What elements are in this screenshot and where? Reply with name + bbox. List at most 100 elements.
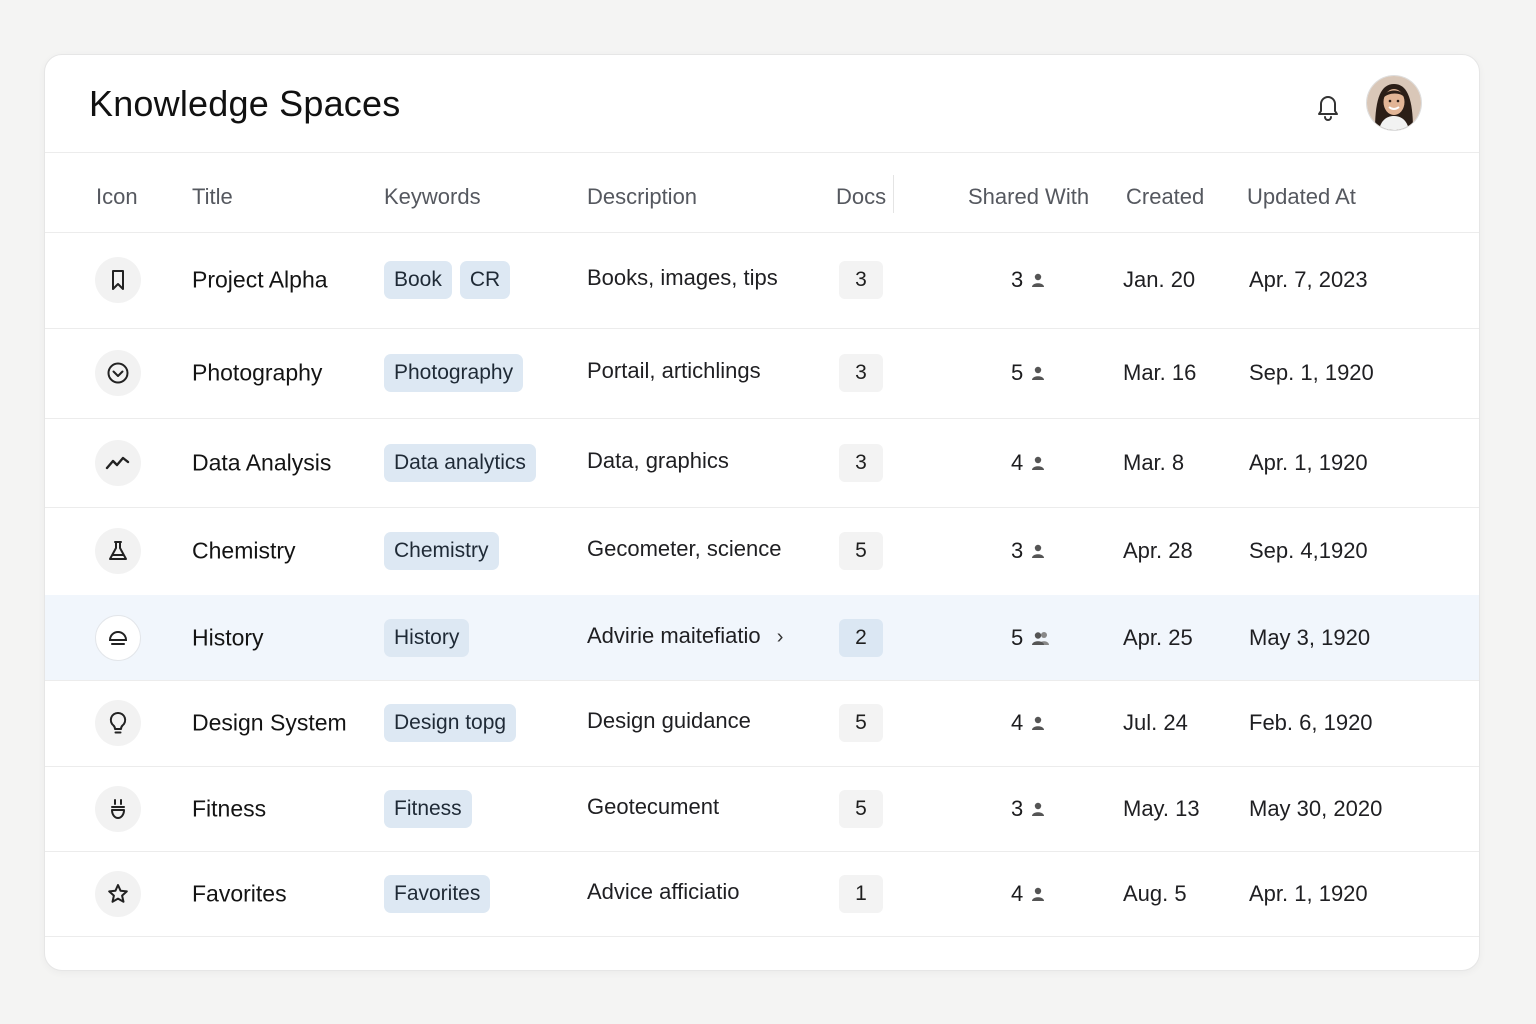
updated-date: Apr. 1, 1920 <box>1249 880 1368 906</box>
table-row[interactable]: Favorites Favorites Advice afficiatio 1 … <box>45 851 1479 937</box>
row-description: Design guidance <box>587 708 751 733</box>
bell-icon[interactable] <box>1311 89 1345 123</box>
row-description: Advirie maitefiatio › <box>587 623 783 649</box>
user-icon <box>1031 715 1045 731</box>
row-title[interactable]: Data Analysis <box>192 449 331 476</box>
table-row[interactable]: Chemistry Chemistry Gecometer, science 5… <box>45 507 1479 596</box>
shared-with[interactable]: 5 <box>1011 360 1045 386</box>
table-row[interactable]: Data Analysis Data analytics Data, graph… <box>45 418 1479 508</box>
created-date: Mar. 16 <box>1123 360 1197 385</box>
user-icon <box>1031 543 1045 559</box>
chevron-right-icon[interactable]: › <box>777 626 784 649</box>
docs-count: 3 <box>839 443 883 482</box>
table-row[interactable]: Photography Photography Portail, artichl… <box>45 328 1479 419</box>
updated-date: Sep. 4,1920 <box>1249 538 1368 563</box>
shared-count: 4 <box>1011 449 1024 475</box>
created-date: Apr. 25 <box>1123 624 1193 650</box>
shared-with[interactable]: 3 <box>1011 796 1045 822</box>
docs-count: 2 <box>839 618 883 657</box>
created-date: Aug. 5 <box>1123 880 1187 906</box>
row-title[interactable]: Chemistry <box>192 538 296 565</box>
keyword-tag[interactable]: Design topg <box>384 704 517 742</box>
created-date: Jan. 20 <box>1123 267 1196 292</box>
updated-date: Apr. 1, 1920 <box>1249 449 1368 475</box>
user-icon <box>1031 801 1045 817</box>
docs-count: 5 <box>839 789 883 828</box>
shared-count: 3 <box>1011 267 1024 292</box>
column-header-keywords[interactable]: Keywords <box>384 184 481 210</box>
table-row-selected[interactable]: History History Advirie maitefiatio › 2 … <box>45 595 1479 681</box>
row-description: Gecometer, science <box>587 536 782 561</box>
column-header-docs[interactable]: Docs <box>836 184 886 210</box>
users-icon <box>1031 630 1051 646</box>
column-header-created[interactable]: Created <box>1126 184 1204 210</box>
star-icon <box>95 870 141 917</box>
column-header-description[interactable]: Description <box>587 184 697 210</box>
keyword-tag[interactable]: Data analytics <box>384 443 536 482</box>
keyword-tags: Chemistry <box>384 532 499 570</box>
page-header: Knowledge Spaces <box>45 55 1479 153</box>
user-icon <box>1031 365 1045 381</box>
table-header: Icon Title Keywords Description Docs Sha… <box>45 153 1479 233</box>
keyword-tag[interactable]: Favorites <box>384 874 491 913</box>
row-description: Books, images, tips <box>587 265 778 290</box>
table-row[interactable]: Fitness Fitness Geotecument 5 3 May. 13 … <box>45 766 1479 852</box>
page-title: Knowledge Spaces <box>89 83 401 124</box>
row-description: Advice afficiatio <box>587 878 740 904</box>
column-header-icon[interactable]: Icon <box>96 184 138 210</box>
keyword-tags: Book CR <box>384 261 511 299</box>
lightbulb-icon <box>95 700 141 746</box>
docs-count: 1 <box>839 874 883 913</box>
created-date: May. 13 <box>1123 795 1200 821</box>
row-title[interactable]: Design System <box>192 710 347 737</box>
keyword-tag[interactable]: Chemistry <box>384 532 499 570</box>
avatar[interactable] <box>1367 76 1421 130</box>
trend-line-icon <box>95 439 141 486</box>
docs-count: 3 <box>839 354 883 392</box>
row-description: Geotecument <box>587 793 720 819</box>
row-title[interactable]: Fitness <box>192 795 266 822</box>
docs-count: 5 <box>839 532 883 570</box>
shared-count: 3 <box>1011 795 1024 821</box>
keyword-tags: Photography <box>384 354 524 392</box>
knowledge-spaces-card: Knowledge Spaces Icon Title Keywords Des… <box>44 54 1480 971</box>
row-title[interactable]: Photography <box>192 360 322 387</box>
row-title[interactable]: History <box>192 624 264 651</box>
row-title[interactable]: Project Alpha <box>192 267 328 294</box>
keyword-tag[interactable]: Book <box>384 261 452 299</box>
table-row[interactable]: Project Alpha Book CR Books, images, tip… <box>45 232 1479 329</box>
shared-with[interactable]: 4 <box>1011 881 1045 907</box>
chevron-circle-icon <box>95 350 141 396</box>
updated-date: Feb. 6, 1920 <box>1249 710 1373 735</box>
row-description: Portail, artichlings <box>587 358 761 383</box>
shared-with[interactable]: 5 <box>1011 625 1051 651</box>
updated-date: May 3, 1920 <box>1249 624 1371 650</box>
dome-icon <box>95 614 141 661</box>
docs-count: 5 <box>839 704 883 742</box>
user-icon <box>1031 455 1045 471</box>
table-row[interactable]: Design System Design topg Design guidanc… <box>45 680 1479 767</box>
column-divider[interactable] <box>893 175 894 213</box>
keyword-tag[interactable]: Fitness <box>384 789 472 828</box>
flask-icon <box>95 528 141 574</box>
column-header-updated-at[interactable]: Updated At <box>1247 184 1356 210</box>
created-date: Jul. 24 <box>1123 710 1188 735</box>
shared-with[interactable]: 3 <box>1011 267 1045 293</box>
keyword-tags: Design topg <box>384 704 517 742</box>
column-header-title[interactable]: Title <box>192 184 233 210</box>
keyword-tag[interactable]: Photography <box>384 354 524 392</box>
shared-count: 4 <box>1011 880 1024 906</box>
updated-date: Apr. 7, 2023 <box>1249 267 1368 292</box>
keyword-tag[interactable]: CR <box>459 261 511 299</box>
shared-with[interactable]: 3 <box>1011 538 1045 564</box>
docs-count: 3 <box>839 261 883 299</box>
row-description-text: Advirie maitefiatio <box>587 622 761 648</box>
column-header-shared-with[interactable]: Shared With <box>968 184 1089 210</box>
row-title[interactable]: Favorites <box>192 880 287 907</box>
shared-count: 5 <box>1011 360 1024 385</box>
shared-with[interactable]: 4 <box>1011 450 1045 476</box>
keyword-tag[interactable]: History <box>384 618 470 657</box>
keyword-tags: History <box>384 618 470 657</box>
shared-with[interactable]: 4 <box>1011 710 1045 736</box>
shared-count: 3 <box>1011 538 1024 563</box>
